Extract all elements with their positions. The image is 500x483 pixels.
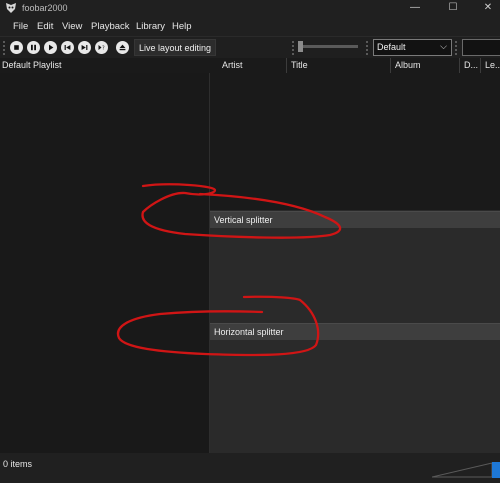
dsp-preset-dropdown[interactable]: Default ⌵: [373, 39, 452, 56]
maximize-button[interactable]: ☐: [441, 0, 465, 17]
playlist-view[interactable]: [210, 58, 500, 210]
svg-text:?: ?: [102, 46, 105, 52]
next-button[interactable]: [78, 41, 91, 54]
column-header-date[interactable]: D...: [459, 58, 480, 73]
toolbar-grip[interactable]: [455, 41, 458, 55]
menu-playback[interactable]: Playback: [91, 21, 130, 32]
vertical-splitter[interactable]: Vertical splitter: [210, 211, 500, 228]
play-button[interactable]: [44, 41, 57, 54]
menu-help[interactable]: Help: [172, 21, 192, 32]
volume-slider-track[interactable]: [300, 45, 358, 48]
toolbar-grip[interactable]: [366, 41, 369, 55]
menu-view[interactable]: View: [62, 21, 82, 32]
next-icon: [81, 45, 88, 50]
status-volume-thumb[interactable]: [492, 462, 500, 478]
menu-bar: File Edit View Playback Library Help: [0, 17, 500, 36]
volume-slider-thumb[interactable]: [298, 41, 303, 52]
menu-library[interactable]: Library: [136, 21, 165, 32]
stop-icon: [14, 45, 19, 50]
eject-icon: [119, 44, 126, 51]
column-header-album[interactable]: Album: [390, 58, 459, 73]
pause-icon: [31, 44, 36, 51]
eject-button[interactable]: [116, 41, 129, 54]
toolbar-grip[interactable]: [292, 41, 295, 55]
menu-file[interactable]: File: [13, 21, 28, 32]
title-bar: foobar2000 — ☐ ✕: [0, 0, 500, 17]
minimize-button[interactable]: —: [403, 0, 427, 17]
live-layout-editing-button[interactable]: Live layout editing: [134, 39, 217, 56]
playlist-header: Default Playlist: [0, 58, 210, 73]
chevron-down-icon: ⌵: [440, 41, 447, 51]
column-header-artist[interactable]: Artist: [218, 58, 282, 73]
previous-icon: [64, 45, 71, 50]
column-header-length[interactable]: Le...: [480, 58, 500, 73]
status-item-count: 0 items: [3, 459, 33, 469]
foobar2000-icon: [6, 3, 16, 13]
toolbar-grip[interactable]: [3, 41, 6, 55]
status-volume-slider[interactable]: [432, 461, 494, 478]
left-panel[interactable]: [0, 73, 210, 453]
horizontal-splitter[interactable]: Horizontal splitter: [210, 323, 500, 340]
pause-button[interactable]: [27, 41, 40, 54]
horizontal-splitter-label: Horizontal splitter: [214, 327, 284, 337]
close-button[interactable]: ✕: [476, 0, 500, 17]
dropdown-selected-value: Default: [377, 42, 406, 52]
window-title: foobar2000: [22, 3, 68, 13]
menu-edit[interactable]: Edit: [37, 21, 53, 32]
status-bar: 0 items: [0, 453, 500, 483]
random-icon: ?: [98, 45, 105, 52]
previous-button[interactable]: [61, 41, 74, 54]
playlist-title: Default Playlist: [2, 60, 62, 70]
vertical-splitter-label: Vertical splitter: [214, 215, 273, 225]
search-input[interactable]: [462, 39, 500, 56]
column-header-title[interactable]: Title: [286, 58, 390, 73]
stop-button[interactable]: [10, 41, 23, 54]
play-icon: [49, 44, 54, 51]
random-button[interactable]: ?: [95, 41, 108, 54]
